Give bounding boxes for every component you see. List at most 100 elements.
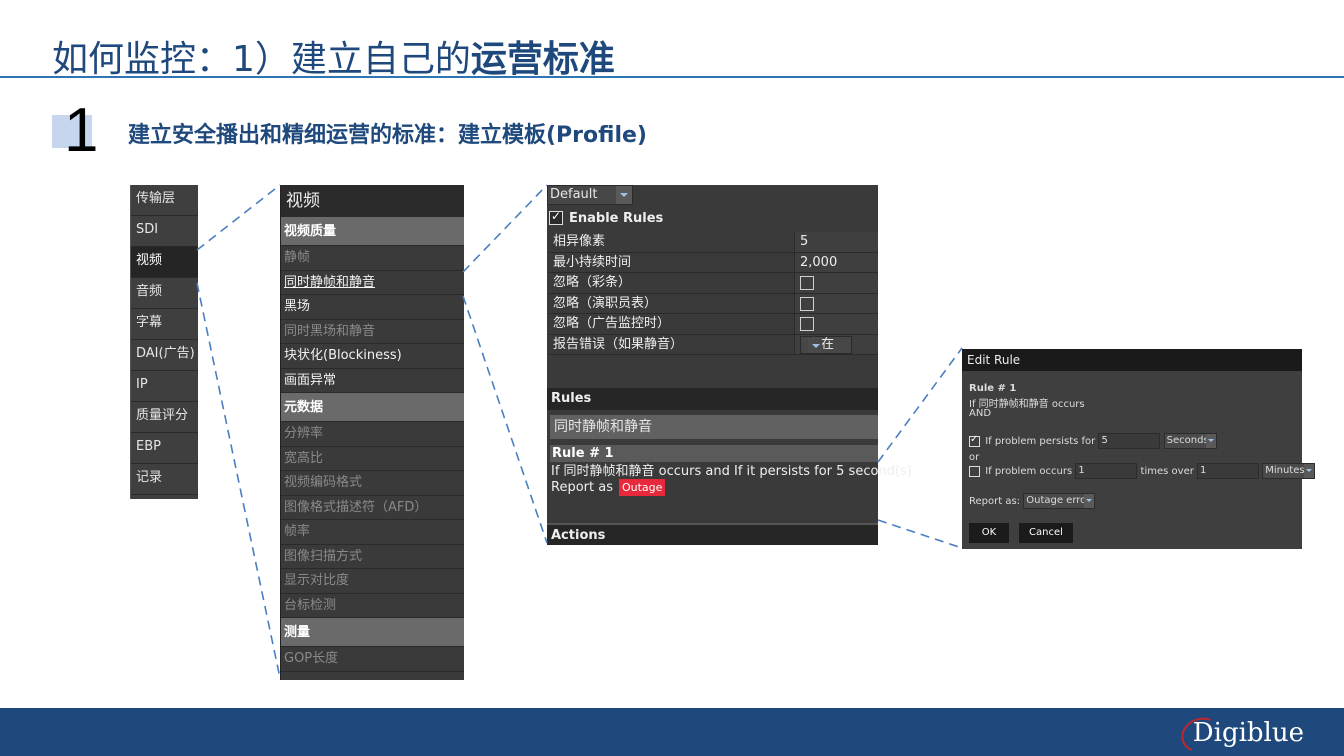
parameter-value-cell [794,314,878,334]
rule-name-field[interactable]: 同时静帧和静音 [550,415,878,439]
nav-item[interactable]: IP [131,371,198,402]
nav-item[interactable]: 音频 [131,278,198,309]
video-item[interactable]: 分辨率 [281,422,464,447]
category-nav: 传输层 SDI 视频 音频 字幕 DAI(广告) IP 质量评分 EBP 记录 [130,185,198,499]
occurs-label: If problem occurs [985,466,1073,477]
nav-item[interactable]: 记录 [131,464,198,495]
video-item[interactable]: 视频编码格式 [281,471,464,496]
actions-heading[interactable]: Actions [547,523,878,545]
parameter-label: 报告错误（如果静音） [553,336,684,352]
parameter-select[interactable]: 存在 [800,335,852,354]
video-group-header[interactable]: 测量 [281,618,464,647]
connector-line [196,282,281,679]
video-panel-header: 视频 [281,185,464,217]
enable-rules-row[interactable]: Enable Rules [549,209,663,227]
chevron-down-icon[interactable] [1304,464,1315,478]
parameter-label: 相异像素 [553,234,606,249]
rules-heading: Rules [547,388,878,410]
outage-badge: Outage [618,479,666,496]
video-group-header[interactable]: 视频质量 [281,217,464,246]
chevron-down-icon[interactable] [1205,434,1216,448]
occurs-count-input[interactable]: 1 [1075,463,1138,479]
video-item-list: 视频质量 静帧 同时静帧和静音 黑场 同时黑场和静音 块状化(Blockiness) 画面异… [281,217,464,672]
times-over-input[interactable]: 1 [1197,463,1260,479]
report-as-select[interactable]: Outage error [1023,493,1096,509]
persist-row: If problem persists for 5 Seconds [969,433,1217,449]
page-title: 如何监控：1）建立自己的运营标准 [52,30,615,82]
times-over-unit-select[interactable]: Minutes [1262,463,1316,479]
section-number: 1 [64,96,99,165]
nav-item[interactable]: SDI [131,216,198,247]
dialog-rule-number: Rule # 1 [969,383,1017,394]
parameter-label: 忽略（彩条） [553,275,632,290]
parameter-row: 相异像素 5 [549,232,878,253]
times-over-label: times over [1140,466,1194,477]
ok-button[interactable]: OK [969,523,1009,543]
times-over-unit-value: Minutes [1265,465,1305,476]
page-title-bold: 运营标准 [470,39,615,80]
parameter-checkbox[interactable] [800,317,814,331]
parameter-table: 相异像素 5 最小持续时间 2,000 忽略（彩条） 忽略（演职员表） 忽略（广告监控时） 报… [549,232,878,355]
persist-label: If problem persists for [985,436,1096,447]
occurs-checkbox[interactable] [969,465,980,477]
parameter-label: 忽略（演职员表） [553,295,658,311]
nav-item[interactable]: 传输层 [131,185,198,216]
video-item[interactable]: 帧率 [281,520,464,545]
footer-bar: Digiblue [0,708,1344,756]
chevron-down-icon[interactable] [616,186,632,204]
video-item[interactable]: 静帧 [281,246,464,271]
persist-checkbox[interactable] [969,434,980,447]
nav-item[interactable]: 视频 [131,247,198,278]
video-item[interactable]: 台标检测 [281,594,464,618]
parameter-label: 忽略（广告监控时） [553,316,671,331]
persist-unit-select[interactable]: Seconds [1163,433,1217,449]
profile-select-value: Default [550,187,598,202]
enable-rules-label: Enable Rules [569,210,664,226]
profile-select[interactable]: Default [547,185,633,205]
connector-line [462,184,548,273]
video-item[interactable]: 图像扫描方式 [281,545,464,569]
report-as-row: Report as: Outage error [969,493,1096,509]
nav-item[interactable]: 质量评分 [131,402,198,433]
dialog-title: Edit Rule [962,349,1302,371]
video-item[interactable]: 宽高比 [281,447,464,471]
video-item[interactable]: 块状化(Blockiness) [281,344,464,369]
video-item[interactable]: 同时静帧和静音 [281,271,464,295]
parameter-checkbox[interactable] [800,276,814,290]
video-item[interactable]: GOP长度 [281,647,464,672]
parameter-value-input[interactable]: 5 [794,232,878,252]
parameter-value-input[interactable]: 2,000 [794,252,878,272]
chevron-down-icon[interactable] [808,336,822,353]
connector-line [877,519,963,549]
nav-item[interactable]: 字幕 [131,309,198,340]
persist-input[interactable]: 5 [1098,433,1161,449]
occurs-row: If problem occurs 1 times over 1 Minutes [969,463,1316,479]
parameter-row: 报告错误（如果静音） 存在 [549,334,878,355]
connector-line [462,295,548,544]
cancel-button[interactable]: Cancel [1019,523,1073,543]
video-item[interactable]: 黑场 [281,295,464,320]
nav-item[interactable]: DAI(广告) [131,340,198,371]
nav-item[interactable]: EBP [131,433,198,464]
enable-rules-checkbox[interactable] [549,209,563,225]
video-item[interactable]: 显示对比度 [281,569,464,594]
parameter-label: 最小持续时间 [553,254,632,270]
report-as-value: Outage error [1026,495,1091,506]
video-item[interactable]: 同时黑场和静音 [281,320,464,344]
parameter-value-cell [794,273,878,293]
connector-line [877,347,963,463]
dialog-and-label: AND [969,408,992,419]
parameter-row: 最小持续时间 2,000 [549,252,878,273]
video-item[interactable]: 图像格式描述符（AFD） [281,496,464,520]
video-group-header[interactable]: 元数据 [281,393,464,422]
video-settings-panel: 视频 视频质量 静帧 同时静帧和静音 黑场 同时黑场和静音 块状化(Blockiness)… [280,185,464,680]
parameter-row: 忽略（彩条） [549,273,878,294]
rule-number[interactable]: Rule # 1 [550,445,878,462]
video-item[interactable]: 画面异常 [281,369,464,393]
parameter-row: 忽略（演职员表） [549,293,878,314]
parameter-row: 忽略（广告监控时） [549,314,878,335]
or-label: or [969,452,980,463]
parameter-checkbox[interactable] [800,296,814,311]
chevron-down-icon[interactable] [1084,494,1095,508]
digiblue-logo: Digiblue [1176,712,1304,756]
